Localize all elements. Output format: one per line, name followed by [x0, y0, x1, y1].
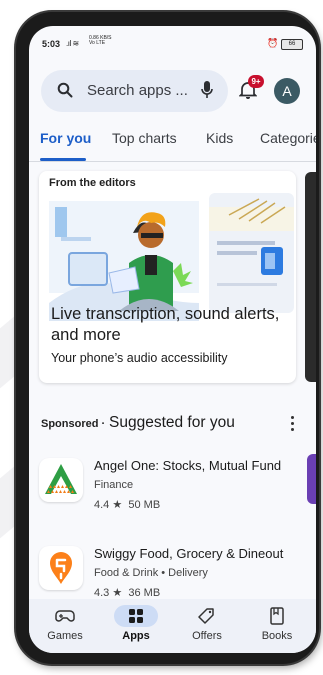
tab-for-you[interactable]: For you	[40, 130, 91, 146]
search-bar[interactable]: Search apps ...	[41, 70, 228, 112]
nav-games[interactable]: Games	[35, 605, 95, 642]
status-bar: 5:03 .ıl ≋ 0.86 KB/S Vo LTE ⏰ 66	[29, 26, 316, 58]
search-icon	[57, 82, 73, 103]
editors-label: From the editors	[49, 177, 136, 189]
sponsored-label: Sponsored ·	[41, 418, 106, 430]
apps-grid-icon	[114, 605, 158, 627]
bookmark-icon	[247, 605, 307, 627]
next-app-peek[interactable]	[307, 454, 316, 504]
editors-card[interactable]: From the editors Live transcription, sou…	[39, 171, 296, 383]
editors-card-subtitle: Your phone’s audio accessibility	[51, 351, 228, 365]
gamepad-icon	[35, 605, 95, 627]
list-item[interactable]: Angel One: Stocks, Mutual Fund Finance 4…	[39, 458, 299, 522]
next-card-peek[interactable]	[305, 172, 316, 382]
swiggy-app-icon	[39, 546, 83, 590]
nav-books-label: Books	[261, 630, 293, 642]
app-name: Angel One: Stocks, Mutual Fund	[94, 458, 282, 473]
battery-indicator: 66	[281, 39, 303, 50]
app-name: Swiggy Food, Grocery & Dineout	[94, 546, 284, 561]
alarm-icon: ⏰	[267, 38, 279, 48]
nav-apps-label: Apps	[122, 630, 150, 642]
app-meta: 4.3 ★ 36 MB	[94, 586, 160, 599]
tab-top-charts[interactable]: Top charts	[112, 130, 177, 146]
phone-frame: 5:03 .ıl ≋ 0.86 KB/S Vo LTE ⏰ 66 Search …	[16, 12, 319, 664]
avatar[interactable]: A	[274, 78, 300, 104]
more-options-icon[interactable]	[291, 416, 295, 434]
nav-games-label: Games	[47, 630, 83, 642]
tab-kids[interactable]: Kids	[206, 130, 233, 146]
nav-apps[interactable]: Apps	[106, 605, 166, 642]
network-info: 0.86 KB/S Vo LTE	[89, 36, 112, 46]
phone-screen: 5:03 .ıl ≋ 0.86 KB/S Vo LTE ⏰ 66 Search …	[29, 26, 316, 653]
search-input[interactable]: Search apps ...	[87, 82, 188, 99]
editors-illustration	[49, 193, 199, 321]
bottom-navigation: Games Apps Offers Books	[29, 599, 316, 653]
notification-badge: 9+	[248, 75, 264, 88]
nav-offers[interactable]: Offers	[177, 605, 237, 642]
microphone-icon[interactable]	[200, 80, 214, 105]
app-rating: 4.4	[94, 499, 110, 511]
app-meta: 4.4 ★ 50 MB	[94, 498, 160, 511]
tab-divider	[29, 161, 316, 162]
star-icon: ★	[112, 499, 123, 511]
nav-offers-label: Offers	[192, 630, 222, 642]
app-size: 36 MB	[128, 587, 161, 599]
app-size: 50 MB	[128, 499, 161, 511]
editors-illustration-secondary	[209, 193, 294, 313]
signal-icon: .ıl ≋	[66, 39, 79, 48]
app-category: Food & Drink • Delivery	[94, 567, 208, 579]
category-tabs: For you Top charts Kids Categorie	[29, 124, 316, 162]
status-time: 5:03	[42, 39, 61, 49]
suggested-header: Sponsored · Suggested for you	[41, 414, 303, 436]
app-category: Finance	[94, 479, 134, 491]
network-type: Vo LTE	[89, 40, 106, 46]
tag-icon	[177, 605, 237, 627]
nav-books[interactable]: Books	[247, 605, 307, 642]
app-rating: 4.3	[94, 587, 110, 599]
angel-one-app-icon	[39, 458, 83, 502]
star-icon: ★	[112, 587, 123, 599]
editors-card-title: Live transcription, sound alerts, and mo…	[51, 305, 280, 344]
section-title: Suggested for you	[109, 414, 235, 431]
tab-categories[interactable]: Categorie	[260, 130, 316, 146]
